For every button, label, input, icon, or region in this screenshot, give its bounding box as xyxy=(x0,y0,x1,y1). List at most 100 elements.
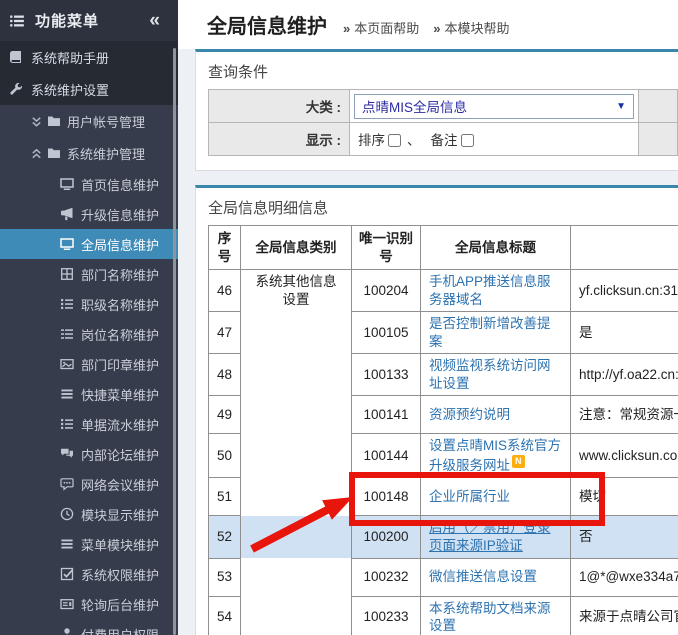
sidebar-item-label: 升级信息维护 xyxy=(81,205,159,224)
remark-checkbox[interactable] xyxy=(461,134,474,147)
checkbox-checked-icon xyxy=(60,567,74,581)
sidebar-item-label: 岗位名称维护 xyxy=(81,325,159,344)
sidebar-item-label: 模块显示维护 xyxy=(81,505,159,524)
query-row-display: 显示 : 排序、备注 xyxy=(209,123,678,156)
sort-checkbox[interactable] xyxy=(388,134,401,147)
monitor-icon xyxy=(60,177,74,191)
sidebar-item-10[interactable]: 岗位名称维护 xyxy=(0,319,178,349)
monitor-icon xyxy=(60,237,74,251)
breadcrumb: »本页面帮助 »本模块帮助 xyxy=(343,18,510,37)
sidebar: 功能菜单 « 系统帮助手册系统维护设置用户帐号管理系统维护管理首页信息维护升级信… xyxy=(0,0,178,635)
row-category-cell xyxy=(241,596,352,635)
sidebar-item-4[interactable]: 系统维护管理 xyxy=(0,137,178,169)
row-number-cell: 54 xyxy=(209,596,241,635)
sidebar-item-label: 系统维护设置 xyxy=(31,80,109,99)
row-number-cell: 49 xyxy=(209,396,241,434)
row-title-link[interactable]: 资源预约说明 xyxy=(429,407,510,422)
module-help-link[interactable]: »本模块帮助 xyxy=(433,18,509,37)
query-row-category: 大类 : 点晴MIS全局信息 ▼ xyxy=(209,90,678,123)
sidebar-item-9[interactable]: 职级名称维护 xyxy=(0,289,178,319)
row-title-link[interactable]: 企业所属行业 xyxy=(429,489,510,504)
sidebar-item-5[interactable]: 首页信息维护 xyxy=(0,169,178,199)
row-title-link[interactable]: 启用（／禁用）登录页面来源IP验证 xyxy=(429,520,551,553)
sidebar-item-13[interactable]: 单据流水维护 xyxy=(0,409,178,439)
row-number-cell: 51 xyxy=(209,478,241,516)
sidebar-item-17[interactable]: 菜单模块维护 xyxy=(0,529,178,559)
row-title-link[interactable]: 是否控制新增改善提案 xyxy=(429,316,551,349)
sidebar-item-3[interactable]: 用户帐号管理 xyxy=(0,105,178,137)
category-select[interactable]: 点晴MIS全局信息 ▼ xyxy=(354,94,634,119)
sidebar-item-11[interactable]: 部门印章维护 xyxy=(0,349,178,379)
sidebar-item-14[interactable]: 内部论坛维护 xyxy=(0,439,178,469)
page-title: 全局信息维护 xyxy=(207,15,327,39)
option-separator: 、 xyxy=(407,133,421,148)
row-id-cell: 100133 xyxy=(352,354,421,396)
row-id-cell: 100141 xyxy=(352,396,421,434)
table-row-54: 54100233本系统帮助文档来源设置来源于点晴公司官网 xyxy=(209,596,678,635)
display-options: 排序、备注 xyxy=(350,123,639,156)
folder-icon xyxy=(47,146,61,160)
table-row-49: 49100141资源预约说明注意：常规资源一律 xyxy=(209,396,678,434)
page: 功能菜单 « 系统帮助手册系统维护设置用户帐号管理系统维护管理首页信息维护升级信… xyxy=(0,0,678,635)
sidebar-item-16[interactable]: 模块显示维护 xyxy=(0,499,178,529)
megaphone-icon xyxy=(60,207,74,221)
sidebar-item-2[interactable]: 系统维护设置 xyxy=(0,73,178,105)
table-header-row: 序号全局信息类别唯一识别号全局信息标题 xyxy=(209,226,678,270)
row-title-cell: 手机APP推送信息服务器域名 xyxy=(421,270,571,312)
query-row-filler xyxy=(639,90,678,123)
sidebar-item-19[interactable]: 轮询后台维护 xyxy=(0,589,178,619)
sidebar-scrollbar[interactable] xyxy=(173,48,176,635)
query-panel-title: 查询条件 xyxy=(196,52,678,89)
sidebar-header[interactable]: 功能菜单 « xyxy=(0,0,178,41)
book-icon xyxy=(9,50,23,64)
table-row-50: 50100144设置点晴MIS系统官方升级服务网址Nwww.clicksun.c… xyxy=(209,434,678,478)
row-title-link[interactable]: 手机APP推送信息服务器域名 xyxy=(429,274,551,307)
sidebar-item-8[interactable]: 部门名称维护 xyxy=(0,259,178,289)
table-row-46: 46系统其他信息设置100204手机APP推送信息服务器域名yf.clicksu… xyxy=(209,270,678,312)
speech-bubble-icon xyxy=(60,477,74,491)
category-label: 大类 : xyxy=(209,90,350,123)
detail-panel: 全局信息明细信息 序号全局信息类别唯一识别号全局信息标题 46系统其他信息设置1… xyxy=(195,185,678,635)
person-icon xyxy=(60,627,74,635)
row-value-cell: 来源于点晴公司官网 xyxy=(571,596,678,635)
sidebar-item-6[interactable]: 升级信息维护 xyxy=(0,199,178,229)
breadcrumb-separator: » xyxy=(433,21,440,36)
row-title-link[interactable]: 微信推送信息设置 xyxy=(429,569,537,584)
column-header-3: 唯一识别号 xyxy=(352,226,421,270)
list-ol-icon xyxy=(60,297,74,311)
data-table: 序号全局信息类别唯一识别号全局信息标题 46系统其他信息设置100204手机AP… xyxy=(208,225,678,635)
sidebar-item-7[interactable]: 全局信息维护 xyxy=(0,229,178,259)
column-header-1: 序号 xyxy=(209,226,241,270)
page-help-link[interactable]: »本页面帮助 xyxy=(343,18,419,37)
sidebar-item-label: 首页信息维护 xyxy=(81,175,159,194)
building-grid-icon xyxy=(60,267,74,281)
sidebar-item-12[interactable]: 快捷菜单维护 xyxy=(0,379,178,409)
display-label: 显示 : xyxy=(209,123,350,156)
sidebar-item-label: 用户帐号管理 xyxy=(67,112,145,131)
category-select-value: 点晴MIS全局信息 xyxy=(362,96,610,116)
breadcrumb-separator: » xyxy=(343,21,350,36)
sidebar-item-15[interactable]: 网络会议维护 xyxy=(0,469,178,499)
row-category-cell xyxy=(241,312,352,354)
sidebar-title: 功能菜单 xyxy=(35,10,149,31)
sidebar-item-20[interactable]: 付费用户权限 xyxy=(0,619,178,635)
row-number-cell: 46 xyxy=(209,270,241,312)
collapse-double-chevron-left-icon[interactable]: « xyxy=(149,11,160,30)
row-category-cell xyxy=(241,516,352,558)
sidebar-item-1[interactable]: 系统帮助手册 xyxy=(0,41,178,73)
row-title-link[interactable]: 视频监视系统访问网址设置 xyxy=(429,358,551,391)
row-title-link[interactable]: 设置点晴MIS系统官方升级服务网址 xyxy=(429,438,561,473)
sidebar-item-label: 菜单模块维护 xyxy=(81,535,159,554)
list-ol-icon xyxy=(60,417,74,431)
sidebar-item-label: 职级名称维护 xyxy=(81,295,159,314)
row-category-cell xyxy=(241,434,352,478)
row-title-link[interactable]: 本系统帮助文档来源设置 xyxy=(429,601,551,634)
row-id-cell: 100144 xyxy=(352,434,421,478)
sidebar-item-18[interactable]: 系统权限维护 xyxy=(0,559,178,589)
row-id-cell: 100200 xyxy=(352,516,421,558)
table-row-52: 52100200启用（／禁用）登录页面来源IP验证否 xyxy=(209,516,678,558)
remark-checkbox-label: 备注 xyxy=(431,133,458,148)
row-number-cell: 48 xyxy=(209,354,241,396)
menu-list-icon xyxy=(9,13,25,29)
sidebar-item-label: 部门印章维护 xyxy=(81,355,159,374)
